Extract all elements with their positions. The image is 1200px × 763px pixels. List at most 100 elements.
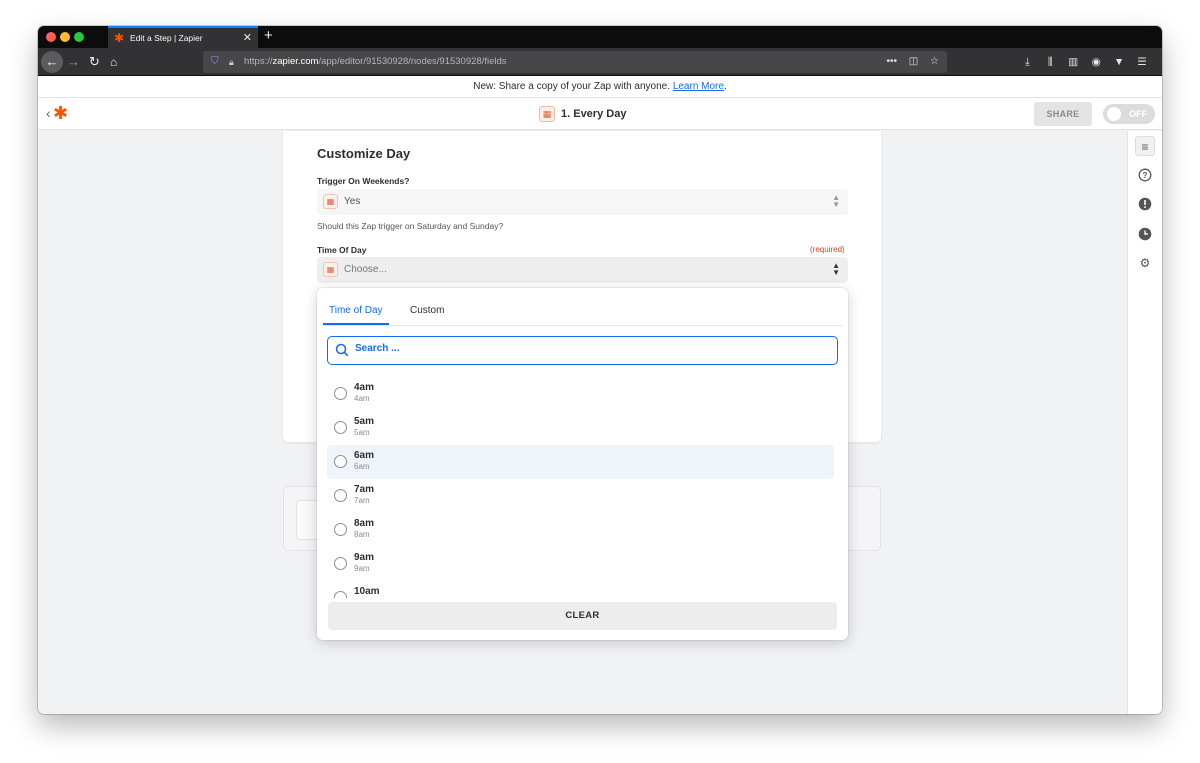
radio-icon[interactable]	[334, 489, 347, 502]
required-indicator: (required)	[810, 245, 845, 254]
banner-suffix: .	[723, 81, 727, 92]
new-tab-icon[interactable]: +	[264, 27, 273, 45]
option-label: 4am	[354, 382, 375, 393]
alert-icon[interactable]	[1135, 194, 1155, 214]
option-sublabel: 9am	[354, 564, 370, 573]
options-list: 4am 4am 5am 5am 6am 6am 7am 7am 8am 8am …	[327, 377, 838, 598]
option-label: 10am	[354, 586, 380, 597]
weekends-label: Trigger On Weekends?	[317, 176, 410, 186]
help-icon[interactable]: ?	[1135, 165, 1155, 185]
radio-icon[interactable]	[334, 523, 347, 536]
bookmark-star-icon[interactable]: ☆	[930, 56, 939, 67]
option-sublabel: 4am	[354, 394, 370, 403]
url-domain: zapier.com	[272, 56, 319, 67]
radio-icon[interactable]	[334, 387, 347, 400]
radio-icon[interactable]	[334, 591, 347, 598]
zap-on-off-toggle[interactable]: OFF	[1103, 104, 1155, 124]
share-button[interactable]: SHARE	[1034, 102, 1092, 126]
search-box[interactable]	[327, 336, 838, 365]
option-label: 8am	[354, 518, 375, 529]
download-icon[interactable]: ⤓	[1017, 53, 1037, 71]
option-6am[interactable]: 6am 6am	[327, 445, 834, 479]
schedule-app-icon: ▦	[323, 194, 338, 209]
toggle-label: OFF	[1129, 109, 1147, 119]
menu-icon[interactable]: ☰	[1132, 53, 1152, 71]
zapier-logo-icon[interactable]: ✱	[53, 103, 68, 123]
address-bar[interactable]: ⛉ 🔒︎ https://zapier.com/app/editor/91530…	[203, 51, 947, 73]
tracking-shield-icon[interactable]: ⛉	[211, 54, 219, 70]
learn-more-link[interactable]: Learn More	[673, 81, 724, 92]
search-icon	[335, 343, 349, 357]
weekends-help-text: Should this Zap trigger on Saturday and …	[317, 221, 504, 231]
announcement-banner: New: Share a copy of your Zap with anyon…	[38, 76, 1162, 98]
dropdown-tabs: Time of Day Custom	[323, 300, 842, 326]
option-label: 7am	[354, 484, 375, 495]
select-arrows-icon: ▲ ▼	[832, 261, 840, 277]
notes-icon[interactable]: ≡	[1135, 136, 1155, 156]
maximize-window-button[interactable]	[74, 32, 84, 42]
schedule-app-icon: ▦	[539, 106, 555, 122]
option-7am[interactable]: 7am 7am	[327, 479, 834, 513]
tab-time-of-day[interactable]: Time of Day	[323, 304, 389, 325]
right-sidebar: ≡ ? ⚙	[1127, 131, 1162, 714]
tab-close-icon[interactable]: ✕	[243, 30, 252, 46]
option-label: 9am	[354, 552, 375, 563]
close-window-button[interactable]	[46, 32, 56, 42]
option-sublabel: 8am	[354, 530, 370, 539]
editor-header: ‹ ✱ ▦ 1. Every Day SHARE OFF	[38, 98, 1162, 130]
radio-icon[interactable]	[334, 455, 347, 468]
weekends-select[interactable]: ▦ Yes ▲ ▼	[317, 189, 848, 215]
option-9am[interactable]: 9am 9am	[327, 547, 834, 581]
time-of-day-dropdown: Time of Day Custom 4am 4am 5am 5am 6am 6…	[317, 288, 848, 640]
browser-tab[interactable]: ✱ Edit a Step | Zapier ✕	[108, 26, 258, 48]
schedule-app-icon: ▦	[323, 262, 338, 277]
step-title[interactable]: 1. Every Day	[561, 106, 626, 122]
back-chevron-icon[interactable]: ‹	[46, 104, 51, 122]
banner-text: New: Share a copy of your Zap with anyon…	[473, 81, 671, 92]
sidebar-icon[interactable]: ▥	[1063, 53, 1083, 71]
option-label: 6am	[354, 450, 375, 461]
extension-icon[interactable]: ▼	[1109, 53, 1129, 71]
option-label: 5am	[354, 416, 375, 427]
browser-window: ✱ Edit a Step | Zapier ✕ + ← → ↻ ⌂ ⛉ 🔒︎ …	[38, 26, 1162, 714]
url-prefix: https://	[244, 56, 273, 67]
reload-icon[interactable]: ↻	[89, 52, 100, 72]
option-8am[interactable]: 8am 8am	[327, 513, 834, 547]
back-arrow-icon[interactable]: ←	[41, 51, 63, 73]
url-text[interactable]: https://zapier.com/app/editor/91530928/n…	[244, 55, 507, 69]
home-icon[interactable]: ⌂	[110, 52, 117, 72]
clear-button[interactable]: CLEAR	[328, 602, 837, 630]
time-of-day-label: Time Of Day	[317, 245, 367, 255]
section-title: Customize Day	[317, 146, 411, 161]
library-icon[interactable]: ⫼	[1040, 53, 1060, 71]
url-path: /app/editor/91530928/nodes/91530928/fiel…	[318, 56, 507, 67]
option-4am[interactable]: 4am 4am	[327, 377, 834, 411]
select-arrows-icon: ▲ ▼	[832, 193, 840, 209]
option-sublabel: 5am	[354, 428, 370, 437]
pocket-icon[interactable]: ◫	[909, 56, 918, 67]
tab-title: Edit a Step | Zapier	[130, 33, 203, 43]
tab-bar: ✱ Edit a Step | Zapier ✕ +	[38, 26, 1162, 48]
radio-icon[interactable]	[334, 557, 347, 570]
svg-text:?: ?	[1143, 171, 1148, 180]
account-icon[interactable]: ◉	[1086, 53, 1106, 71]
tab-custom[interactable]: Custom	[410, 304, 444, 324]
more-actions-icon[interactable]: •••	[887, 56, 898, 67]
search-input[interactable]	[355, 343, 825, 354]
zapier-favicon-icon: ✱	[114, 31, 125, 45]
option-sublabel: 7am	[354, 496, 370, 505]
history-icon[interactable]	[1135, 224, 1155, 244]
option-5am[interactable]: 5am 5am	[327, 411, 834, 445]
option-sublabel: 6am	[354, 462, 370, 471]
forward-arrow-icon[interactable]: →	[67, 52, 80, 72]
toggle-knob	[1107, 107, 1121, 121]
minimize-window-button[interactable]	[60, 32, 70, 42]
radio-icon[interactable]	[334, 421, 347, 434]
navigation-bar: ← → ↻ ⌂ ⛉ 🔒︎ https://zapier.com/app/edit…	[38, 48, 1162, 76]
time-of-day-select[interactable]: ▦ Choose... ▲ ▼	[317, 257, 848, 283]
time-of-day-placeholder: Choose...	[344, 264, 387, 275]
option-10am[interactable]: 10am 10am	[327, 581, 834, 598]
lock-icon[interactable]: 🔒︎	[229, 54, 234, 70]
settings-icon[interactable]: ⚙	[1135, 253, 1155, 273]
weekends-value: Yes	[344, 196, 361, 207]
